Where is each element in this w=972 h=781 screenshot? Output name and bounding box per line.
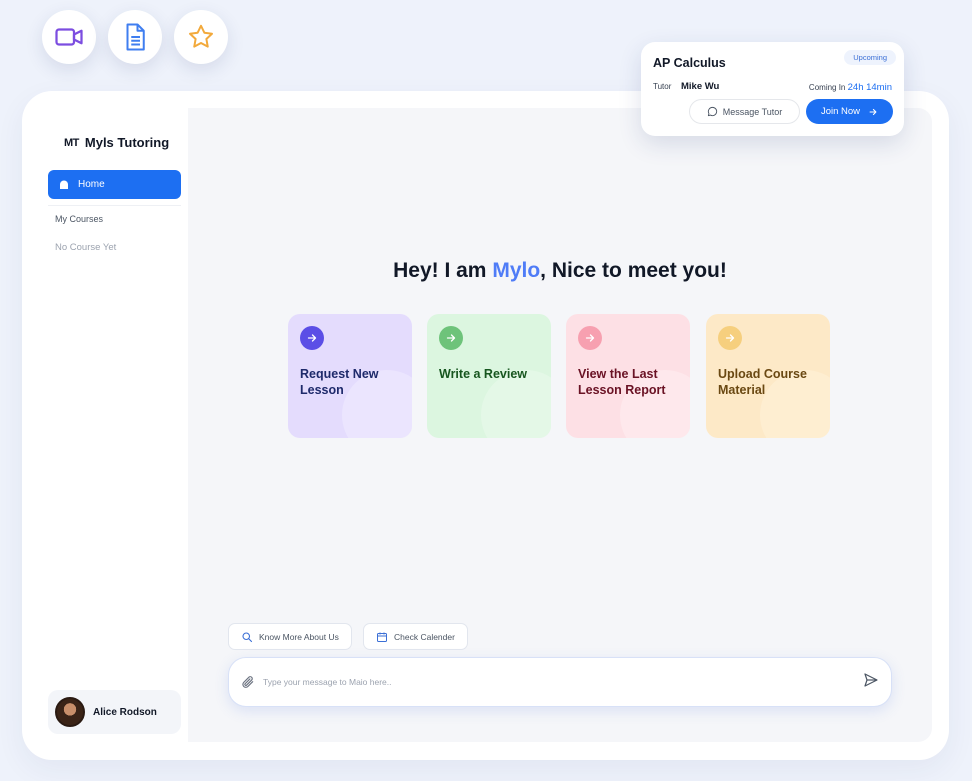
star-icon [189,24,213,48]
countdown-time: 24h 14min [847,82,892,93]
know-more-chip[interactable]: Know More About Us [228,623,352,650]
session-title: AP Calculus [653,56,726,70]
headline-prefix: Hey! I am [393,259,493,282]
main-content: Hey! I am Mylo, Nice to meet you! Reques… [188,108,932,742]
countdown-label: Coming In [808,83,846,92]
arrow-right-icon [869,108,877,115]
chat-bubble-icon [707,106,717,117]
user-profile[interactable]: Alice Rodson [48,690,181,734]
search-icon [242,631,253,642]
star-quick-button[interactable] [174,10,228,64]
user-name: Alice Rodson [93,706,157,718]
card-label: View the Last Lesson Report [578,367,666,397]
send-button[interactable] [863,672,879,693]
sidebar: MT Myls Tutoring Home My Courses No Cour… [40,108,188,742]
card-label: Upload Course Material [718,367,807,397]
no-course-text: No Course Yet [55,242,117,253]
join-now-button[interactable]: Join Now [806,99,893,124]
upcoming-session-card: AP Calculus Upcoming Tutor Mike Wu Comin… [641,42,904,136]
message-tutor-button[interactable]: Message Tutor [689,99,800,124]
status-badge: Upcoming [844,50,896,65]
sidebar-item-home[interactable]: Home [48,170,181,199]
card-label: Request New Lesson [300,367,379,397]
home-icon [60,180,68,189]
sidebar-divider [48,205,181,206]
upload-material-card[interactable]: Upload Course Material [706,314,830,438]
headline-accent: Mylo [492,259,541,282]
button-label: Message Tutor [722,106,783,117]
arrow-right-icon [439,326,463,350]
check-calendar-chip[interactable]: Check Calender [363,623,468,650]
page-title: Hey! I am Mylo, Nice to meet you! [188,259,932,283]
arrow-right-icon [578,326,602,350]
video-quick-button[interactable] [42,10,96,64]
sidebar-item-label: Home [78,179,105,190]
headline-suffix: , Nice to meet you! [540,259,727,282]
write-review-card[interactable]: Write a Review [427,314,551,438]
tutor-name: Mike Wu [681,81,720,92]
tutor-label: Tutor [653,82,672,91]
video-icon [55,28,83,46]
paperclip-icon[interactable] [241,675,255,689]
countdown: Coming In 24h 14min [809,82,892,93]
brand-name: Myls Tutoring [84,135,170,150]
button-label: Join Now [820,106,861,117]
document-icon [126,23,145,51]
calendar-icon [377,632,387,642]
document-quick-button[interactable] [108,10,162,64]
lesson-report-card[interactable]: View the Last Lesson Report [566,314,690,438]
arrow-right-icon [300,326,324,350]
chat-composer [228,657,892,707]
avatar [55,697,85,727]
request-lesson-card[interactable]: Request New Lesson [288,314,412,438]
chat-input[interactable] [263,677,863,687]
arrow-right-icon [718,326,742,350]
my-courses-heading: My Courses [55,214,104,224]
chip-label: Check Calender [394,631,455,642]
card-label: Write a Review [439,367,528,381]
chip-label: Know More About Us [259,631,339,642]
send-icon [864,672,878,687]
brand[interactable]: MT Myls Tutoring [64,135,169,150]
brand-logo: MT [64,136,79,149]
